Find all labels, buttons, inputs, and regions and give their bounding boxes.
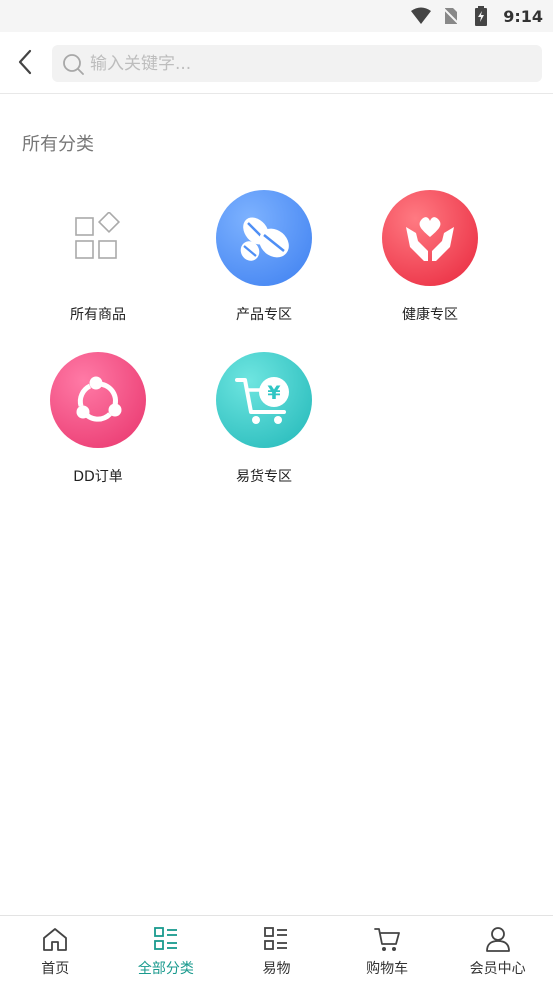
header (0, 32, 553, 94)
heart-hands-icon (382, 190, 478, 286)
section-title: 所有分类 (22, 134, 94, 155)
category-dd-orders[interactable]: DD订单 (33, 352, 163, 492)
nav-cart[interactable]: 购物车 (332, 916, 443, 983)
nav-barter[interactable]: 易物 (221, 916, 332, 983)
category-label: 健康专区 (402, 307, 458, 323)
share-nodes-icon (50, 352, 146, 448)
category-all-products[interactable]: 所有商品 (33, 190, 163, 330)
cart-yen-icon: ¥ (216, 352, 312, 448)
grid-icon (50, 190, 146, 286)
category-label: 易货专区 (236, 469, 292, 485)
category-barter-zone[interactable]: ¥ 易货专区 (199, 352, 329, 492)
battery-charging-icon (471, 6, 491, 26)
list-icon (262, 925, 290, 953)
category-label: 所有商品 (70, 307, 126, 323)
home-icon (41, 925, 69, 953)
category-label: 产品专区 (236, 307, 292, 323)
nav-label: 易物 (262, 961, 291, 977)
status-time: 9:14 (503, 6, 543, 26)
search-input[interactable] (90, 53, 510, 74)
nav-label: 会员中心 (469, 961, 526, 977)
search-box[interactable] (52, 45, 542, 82)
svg-text:¥: ¥ (267, 382, 280, 404)
back-button[interactable] (10, 46, 40, 78)
coffee-beans-icon (216, 190, 312, 286)
search-icon (62, 53, 84, 75)
wifi-icon (411, 6, 432, 26)
bottom-nav: 首页 全部分类 易物 购物车 会员中心 (0, 915, 553, 983)
cart-icon (373, 925, 401, 953)
nav-member-center[interactable]: 会员中心 (442, 916, 553, 983)
status-bar: 9:14 (0, 0, 553, 32)
category-products-zone[interactable]: 产品专区 (199, 190, 329, 330)
nav-all-categories[interactable]: 全部分类 (111, 916, 222, 983)
nav-label: 购物车 (366, 961, 409, 977)
chevron-left-icon (18, 49, 32, 75)
nav-label: 全部分类 (137, 961, 194, 977)
category-list-icon (152, 925, 180, 953)
category-health-zone[interactable]: 健康专区 (365, 190, 495, 330)
category-label: DD订单 (73, 469, 123, 485)
user-icon (484, 925, 512, 953)
no-sim-icon (441, 6, 461, 26)
nav-home[interactable]: 首页 (0, 916, 111, 983)
nav-label: 首页 (41, 961, 70, 977)
